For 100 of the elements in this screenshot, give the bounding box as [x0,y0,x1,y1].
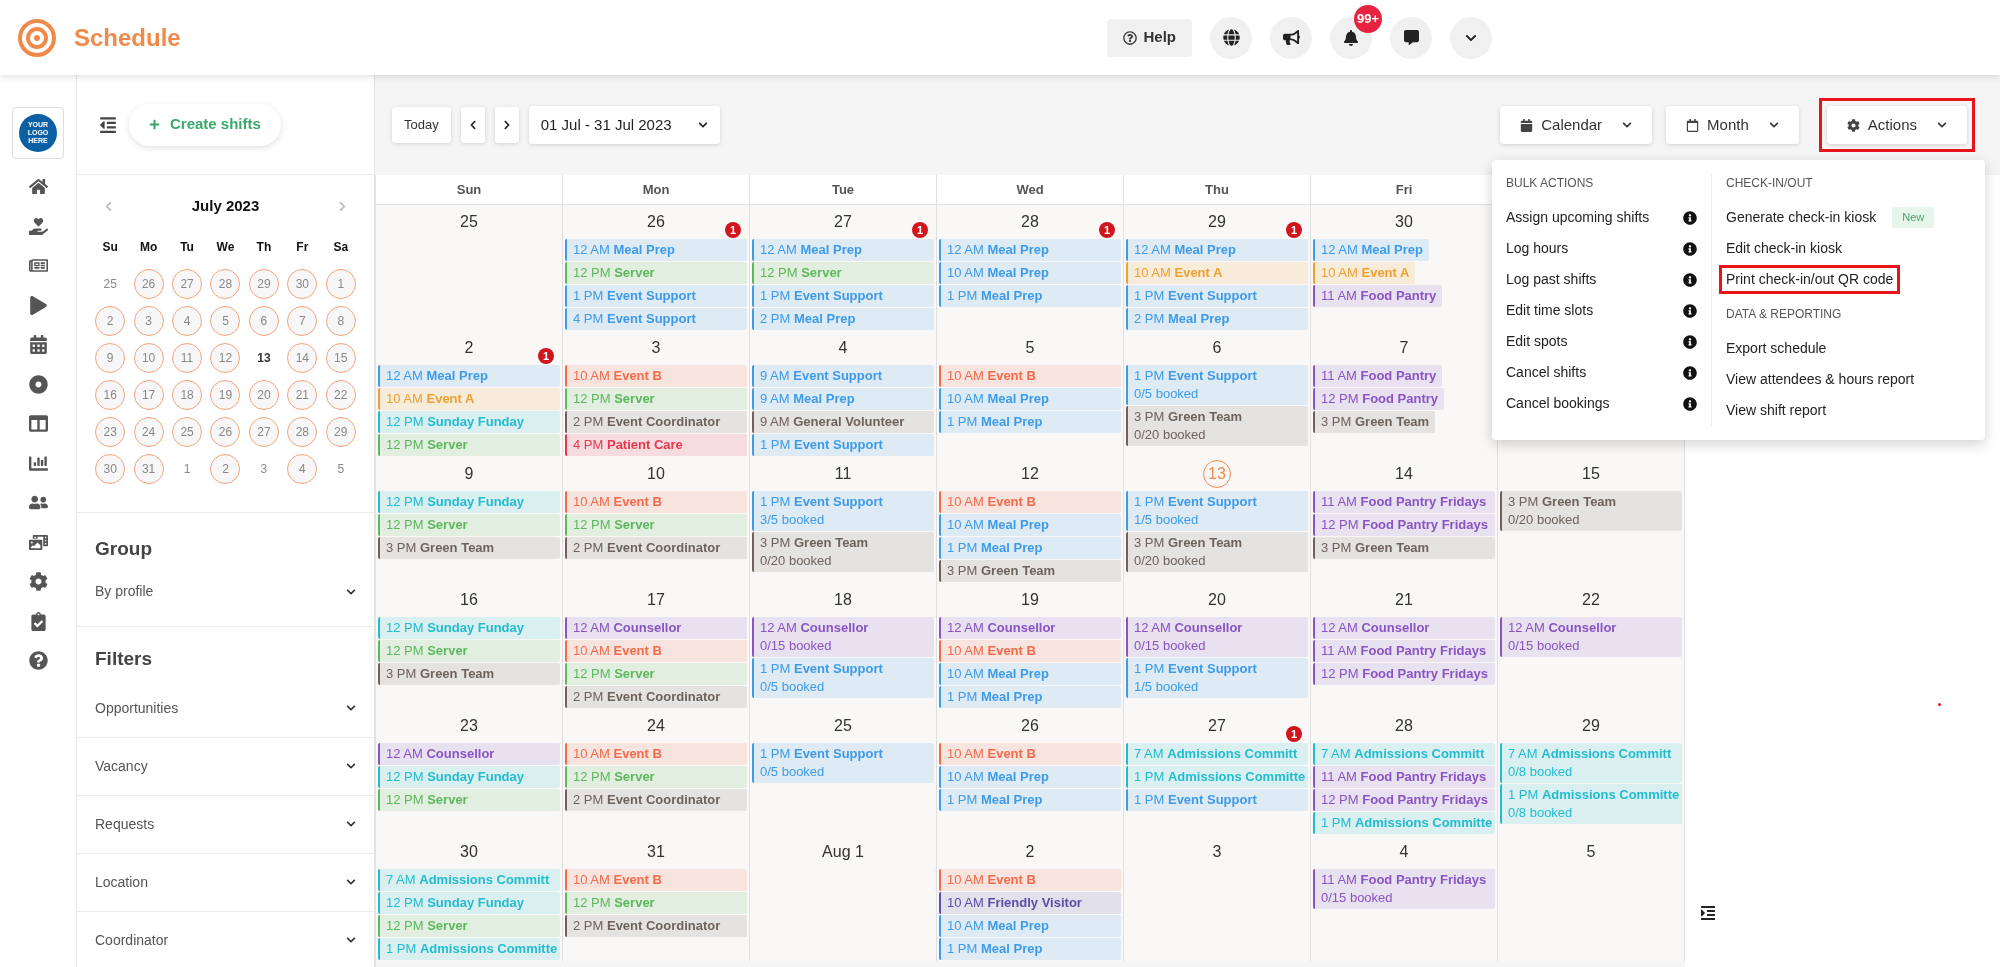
shift-entry[interactable]: 3 PM Green Team [1313,537,1495,559]
help-button[interactable]: Help [1107,18,1192,57]
shift-entry[interactable]: 12 AM Counsellor 0/15 booked [752,617,934,657]
mini-calendar-day[interactable]: 7 [287,305,318,336]
mini-calendar-day[interactable]: 12 [210,342,241,373]
shift-entry[interactable]: 1 PM Admissions Committe [378,938,560,960]
shift-entry[interactable]: 1 PM Event Support [1126,789,1308,811]
mini-calendar-day[interactable]: 8 [325,305,356,336]
shift-entry[interactable]: 12 AM Meal Prep [1126,239,1308,261]
shift-entry[interactable]: 12 AM Meal Prep [939,239,1121,261]
mini-calendar-day[interactable]: 30 [287,268,318,299]
shift-entry[interactable]: 12 AM Counsellor [378,743,560,765]
month-select[interactable]: Month [1666,106,1799,144]
menu-item[interactable]: Edit check-in kiosk [1726,238,1842,259]
shift-entry[interactable]: 7 AM Admissions Committ 0/8 booked [1500,743,1682,783]
shift-entry[interactable]: 10 AM Event B [565,743,747,765]
shift-entry[interactable]: 7 AM Admissions Committ [378,869,560,891]
shift-entry[interactable]: 10 AM Event A [378,388,560,410]
shift-entry[interactable]: 3 PM Green Team 0/20 booked [1126,532,1308,572]
shift-entry[interactable]: 10 AM Event B [565,491,747,513]
mini-calendar-day[interactable]: 31 [133,453,164,484]
shift-entry[interactable]: 10 AM Meal Prep [939,663,1121,685]
shift-entry[interactable]: 2 PM Event Coordinator [565,537,747,559]
shift-entry[interactable]: 1 PM Event Support [752,434,934,456]
shift-entry[interactable]: 12 PM Server [752,262,934,284]
shift-entry[interactable]: 12 PM Sunday Funday [378,617,560,639]
shift-entry[interactable]: 1 PM Meal Prep [939,789,1121,811]
mini-calendar-day[interactable]: 2 [95,305,126,336]
mini-calendar-day[interactable]: 1 [172,453,203,484]
group-select[interactable]: By profile [95,581,356,602]
shift-entry[interactable]: 12 PM Food Pantry [1313,388,1445,410]
mini-calendar-day[interactable]: 24 [133,416,164,447]
mini-calendar-day[interactable]: 11 [172,342,203,373]
shift-entry[interactable]: 12 AM Meal Prep [752,239,934,261]
shift-entry[interactable]: 12 PM Sunday Funday [378,892,560,914]
shift-entry[interactable]: 4 PM Patient Care [565,434,747,456]
filter-select[interactable]: Requests [77,795,374,854]
shift-entry[interactable]: 11 AM Food Pantry Fridays [1313,491,1495,513]
shift-entry[interactable]: 12 AM Counsellor 0/15 booked [1126,617,1308,657]
shift-entry[interactable]: 12 PM Sunday Funday [378,766,560,788]
mini-calendar-day[interactable]: 28 [287,416,318,447]
mini-calendar-day[interactable]: 19 [210,379,241,410]
shift-entry[interactable]: 11 AM Food Pantry Fridays [1313,766,1495,788]
shift-entry[interactable]: 10 AM Meal Prep [939,766,1121,788]
mini-calendar-day[interactable]: 28 [210,268,241,299]
shift-entry[interactable]: 1 PM Event Support 1/5 booked [1126,658,1308,698]
shift-entry[interactable]: 12 PM Server [378,514,560,536]
shift-entry[interactable]: 12 PM Server [565,663,747,685]
shift-entry[interactable]: 12 AM Meal Prep [565,239,747,261]
create-shifts-button[interactable]: Create shifts [129,103,281,146]
shift-entry[interactable]: 12 PM Sunday Funday [378,491,560,513]
shift-entry[interactable]: 10 AM Friendly Visitor [939,892,1121,914]
info-icon[interactable] [1683,396,1697,411]
shift-entry[interactable]: 10 AM Meal Prep [939,262,1121,284]
mini-calendar-day[interactable]: 15 [325,342,356,373]
shift-entry[interactable]: 3 PM Green Team [1313,411,1436,433]
today-button[interactable]: Today [392,107,451,143]
shift-entry[interactable]: 10 AM Event A [1313,262,1416,284]
filter-select[interactable]: Location [77,853,374,912]
shift-entry[interactable]: 4 PM Event Support [565,308,747,330]
mini-calendar-day[interactable]: 27 [172,268,203,299]
menu-item[interactable]: Print check-in/out QR code [1719,265,1901,294]
shift-entry[interactable]: 10 AM Event B [939,743,1121,765]
shift-entry[interactable]: 9 AM Meal Prep [752,388,934,410]
info-icon[interactable] [1683,241,1697,256]
help-nav-button[interactable] [26,648,50,673]
shift-entry[interactable]: 12 PM Server [378,434,560,456]
language-button[interactable] [1210,16,1252,59]
mini-calendar-day[interactable]: 6 [248,305,279,336]
mini-calendar-day[interactable]: 17 [133,379,164,410]
mini-calendar-day[interactable]: 16 [95,379,126,410]
menu-item[interactable]: Assign upcoming shifts [1506,207,1650,228]
filter-select[interactable]: Coordinator [77,911,374,967]
shift-entry[interactable]: 9 AM General Volunteer [752,411,934,433]
shift-entry[interactable]: 1 PM Meal Prep [939,285,1121,307]
mini-calendar-day[interactable]: 5 [210,305,241,336]
mini-calendar-day[interactable]: 26 [210,416,241,447]
mini-calendar-day[interactable]: 2 [210,453,241,484]
shift-entry[interactable]: 1 PM Event Support 0/5 booked [1126,365,1308,405]
shift-entry[interactable]: 3 PM Green Team 0/20 booked [1126,406,1308,446]
mini-calendar-day[interactable]: 20 [248,379,279,410]
menu-item[interactable]: Edit spots [1506,331,1568,352]
shift-entry[interactable]: 12 PM Food Pantry Fridays [1313,663,1495,685]
mini-calendar-day[interactable]: 29 [325,416,356,447]
info-icon[interactable] [1683,334,1697,349]
menu-item[interactable]: Export schedule [1726,338,1827,359]
actions-select[interactable]: Actions [1826,106,1967,144]
mini-calendar-day[interactable]: 14 [287,342,318,373]
mini-calendar-day[interactable]: 29 [248,268,279,299]
list-indent-icon[interactable] [1699,905,1717,921]
date-range-select[interactable]: 01 Jul - 31 Jul 2023 [528,106,720,144]
mini-calendar-day[interactable]: 5 [325,453,356,484]
shift-entry[interactable]: 7 AM Admissions Committ [1126,743,1308,765]
calendar-select[interactable]: Calendar [1500,106,1653,144]
mini-calendar-day[interactable]: 30 [95,453,126,484]
shift-entry[interactable]: 10 AM Event B [565,640,747,662]
shift-entry[interactable]: 10 AM Event B [939,640,1121,662]
shift-entry[interactable]: 3 PM Green Team [939,560,1121,582]
shift-entry[interactable]: 1 PM Admissions Committe [1313,812,1495,834]
shift-entry[interactable]: 9 AM Event Support [752,365,934,387]
